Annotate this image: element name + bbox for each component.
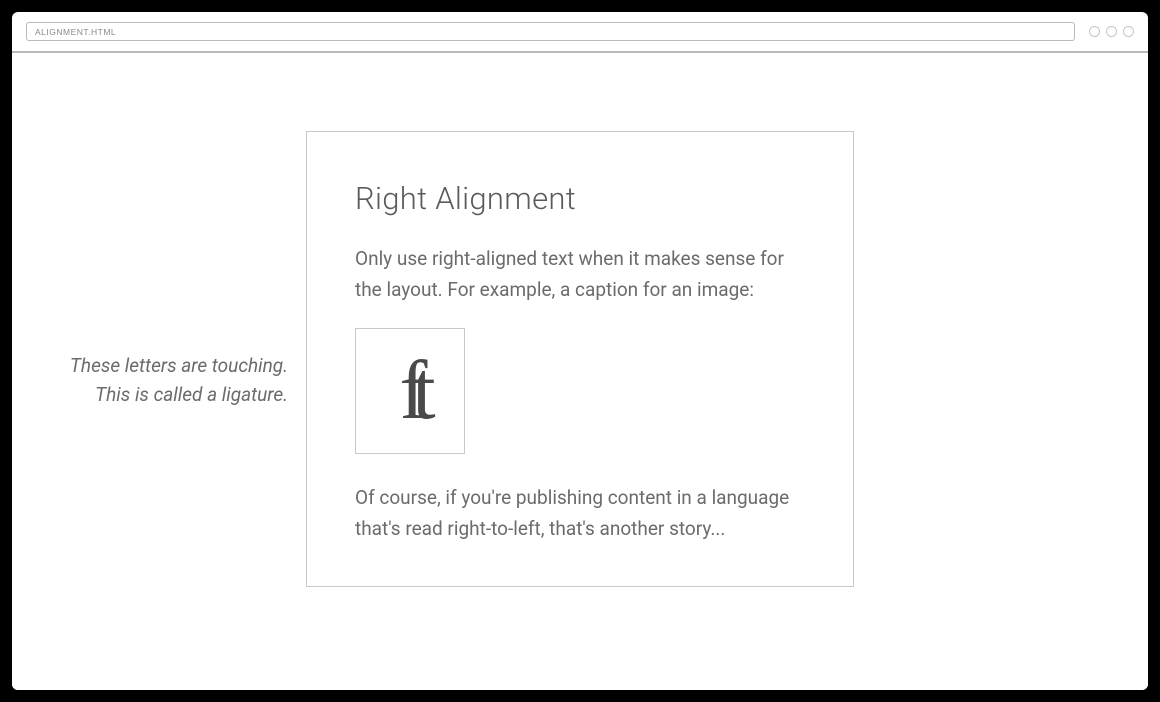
window-controls	[1089, 26, 1134, 37]
window-dot-2[interactable]	[1106, 26, 1117, 37]
page-heading: Right Alignment	[355, 180, 805, 217]
ligature-image: ft	[355, 328, 465, 454]
caption-line-1: These letters are touching.	[70, 354, 288, 377]
paragraph-2: Of course, if you're publishing content …	[355, 482, 805, 545]
viewport: These letters are touching. This is call…	[12, 53, 1148, 690]
url-bar-row	[12, 12, 1148, 53]
caption-line-2: This is called a ligature.	[95, 383, 288, 406]
window-dot-3[interactable]	[1123, 26, 1134, 37]
ligature-glyph: ft	[399, 349, 420, 433]
browser-frame: These letters are touching. This is call…	[12, 12, 1148, 690]
figure-row: ft	[355, 328, 805, 454]
content-card: Right Alignment Only use right-aligned t…	[306, 131, 854, 587]
window-dot-1[interactable]	[1089, 26, 1100, 37]
paragraph-1: Only use right-aligned text when it make…	[355, 243, 805, 306]
url-input[interactable]	[26, 22, 1075, 41]
content-wrapper: These letters are touching. This is call…	[306, 131, 854, 587]
figure-caption: These letters are touching. This is call…	[18, 351, 288, 410]
